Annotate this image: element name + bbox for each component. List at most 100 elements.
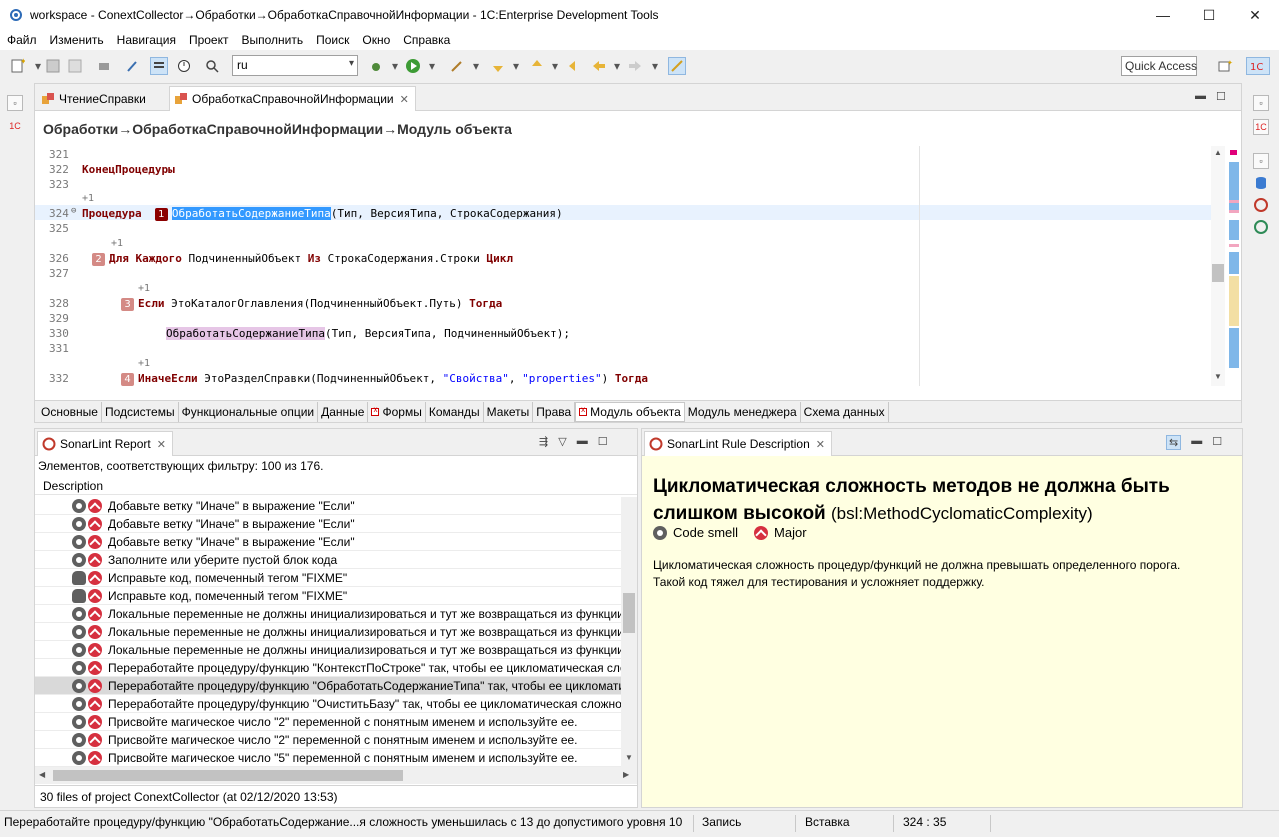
tab-shema-dannyh[interactable]: Схема данных [800, 401, 889, 422]
chevron-up-icon[interactable]: ▲ [1214, 148, 1222, 157]
quick-access-input[interactable]: Quick Access [1121, 56, 1197, 76]
menu-navigate[interactable]: Навигация [117, 33, 183, 47]
list-item[interactable]: Исправьте код, помеченный тегом "FIXME" [35, 587, 621, 605]
maximize-icon[interactable]: ☐ [1216, 90, 1226, 103]
print-icon[interactable] [95, 57, 113, 75]
prev-annotation-icon[interactable] [528, 57, 546, 75]
list-item[interactable]: Добавьте ветку "Иначе" в выражение "Если… [35, 515, 621, 533]
tab-prava[interactable]: Права [533, 401, 576, 422]
tab-obrabotka[interactable]: ОбработкаСправочнойИнформации ✕ [169, 86, 416, 111]
chevron-down-icon[interactable]: ▼ [1214, 372, 1222, 381]
dropdown-arrow-icon[interactable]: ▾ [608, 57, 626, 75]
maximize-button[interactable]: ☐ [1186, 0, 1232, 30]
pen-icon[interactable] [668, 57, 686, 75]
save-icon[interactable] [44, 57, 62, 75]
close-button[interactable]: ✕ [1232, 0, 1278, 30]
tab-modul-menedzhera[interactable]: Модуль менеджера [684, 401, 801, 422]
minimize-button[interactable]: — [1140, 0, 1186, 30]
dropdown-arrow-icon[interactable]: ▾ [467, 57, 485, 75]
dropdown-arrow-icon[interactable]: ▾ [386, 57, 404, 75]
tab-funkcionalnye-opcii[interactable]: Функциональные опции [178, 401, 319, 422]
toggle-highlight-icon[interactable] [150, 57, 168, 75]
tab-formy[interactable]: Формы [368, 401, 426, 422]
clock-icon[interactable] [175, 57, 193, 75]
open-perspective-icon[interactable]: ✦ [1216, 57, 1234, 75]
external-tools-icon[interactable] [448, 57, 466, 75]
1c-perspective-icon[interactable]: 1C [1246, 57, 1270, 75]
dropdown-arrow-icon[interactable]: ▾ [507, 57, 525, 75]
code-editor[interactable]: 321 322 КонецПроцедуры 323 +1 3 2 4 ⊖ Проц… [35, 146, 1211, 386]
restore-icon[interactable]: ▫ [7, 95, 23, 111]
scroll-thumb[interactable] [1212, 264, 1224, 282]
scroll-thumb[interactable] [53, 770, 403, 781]
menu-file[interactable]: Файл [7, 33, 44, 47]
tab-dannye[interactable]: Данные [318, 401, 369, 422]
column-header-description[interactable]: Description [35, 476, 637, 495]
menu-edit[interactable]: Изменить [50, 33, 111, 47]
chevron-down-icon[interactable]: ▼ [625, 753, 633, 762]
chevron-left-icon[interactable]: ◀ [39, 770, 45, 779]
close-icon[interactable]: ✕ [816, 438, 825, 451]
list-item[interactable]: Заполните или уберите пустой блок кода [35, 551, 621, 569]
scroll-thumb[interactable] [623, 593, 635, 633]
save-all-icon[interactable] [66, 57, 84, 75]
1c-navigator-icon[interactable]: 1C [7, 118, 23, 134]
link-editor-icon[interactable]: ⇶ [539, 435, 548, 448]
menu-help[interactable]: Справка [403, 33, 457, 47]
list-item-selected[interactable]: Переработайте процедуру/функцию "Обработ… [35, 677, 621, 695]
maximize-icon[interactable]: ☐ [598, 435, 608, 448]
back-icon[interactable] [590, 57, 608, 75]
menu-project[interactable]: Проект [189, 33, 236, 47]
minimize-icon[interactable]: ▬ [1195, 90, 1206, 103]
1c-outline-icon[interactable]: 1C [1253, 119, 1269, 135]
fold-icon[interactable]: ⊖ [71, 206, 76, 216]
editor-vscroll[interactable]: ▲ ▼ [1211, 146, 1225, 386]
list-item[interactable]: Локальные переменные не должны инициализ… [35, 641, 621, 659]
list-item[interactable]: Исправьте код, помеченный тегом "FIXME" [35, 569, 621, 587]
restore-icon[interactable]: ▫ [1253, 95, 1269, 111]
report-hscroll[interactable]: ◀ ▶ [35, 767, 637, 784]
list-item[interactable]: Переработайте процедуру/функцию "Контекс… [35, 659, 621, 677]
last-edit-icon[interactable] [566, 57, 584, 75]
list-item[interactable]: Локальные переменные не должны инициализ… [35, 605, 621, 623]
report-vscroll[interactable]: ▼ [621, 497, 637, 767]
minimize-icon[interactable]: ▬ [1191, 435, 1202, 450]
menu-search[interactable]: Поиск [316, 33, 356, 47]
tab-makety[interactable]: Макеты [483, 401, 534, 422]
sonarlint-rules-icon[interactable] [1253, 219, 1269, 235]
sonarlint-icon[interactable] [1253, 197, 1269, 213]
dropdown-arrow-icon[interactable]: ▾ [646, 57, 664, 75]
list-item[interactable]: Присвойте магическое число "5" переменно… [35, 749, 621, 767]
list-item[interactable]: Добавьте ветку "Иначе" в выражение "Если… [35, 533, 621, 551]
pin-icon[interactable] [123, 57, 141, 75]
list-item[interactable]: Присвойте магическое число "2" переменно… [35, 713, 621, 731]
tab-sonarlint-report[interactable]: SonarLint Report ✕ [37, 431, 173, 456]
list-item[interactable]: Добавьте ветку "Иначе" в выражение "Если… [35, 497, 621, 515]
list-item[interactable]: Локальные переменные не должны инициализ… [35, 623, 621, 641]
tab-chtenie-spravki[interactable]: ЧтениеСправки [37, 86, 152, 111]
list-item[interactable]: Переработайте процедуру/функцию "Очистит… [35, 695, 621, 713]
run-icon[interactable] [404, 57, 422, 75]
close-icon[interactable]: ✕ [400, 93, 409, 106]
close-icon[interactable]: ✕ [157, 438, 166, 451]
next-annotation-icon[interactable] [489, 57, 507, 75]
link-selection-icon[interactable]: ⇆ [1166, 435, 1182, 450]
chevron-right-icon[interactable]: ▶ [623, 770, 629, 779]
menu-run[interactable]: Выполнить [241, 33, 310, 47]
tab-osnovnye[interactable]: Основные [38, 401, 102, 422]
restore-icon[interactable]: ▫ [1253, 153, 1269, 169]
tab-komandy[interactable]: Команды [425, 401, 484, 422]
tab-sonarlint-rule[interactable]: SonarLint Rule Description ✕ [644, 431, 832, 456]
forward-icon[interactable] [626, 57, 644, 75]
minimize-icon[interactable]: ▬ [577, 435, 588, 448]
list-item[interactable]: Присвойте магическое число "2" переменно… [35, 731, 621, 749]
language-select[interactable]: ru ▾ [232, 55, 358, 76]
tab-podsistemy[interactable]: Подсистемы [101, 401, 179, 422]
dropdown-arrow-icon[interactable]: ▾ [423, 57, 441, 75]
view-menu-icon[interactable]: ▽ [558, 435, 566, 448]
tab-modul-obekta[interactable]: Модуль объекта [575, 401, 685, 422]
new-icon[interactable]: ✦ [8, 57, 26, 75]
database-icon[interactable] [1253, 175, 1269, 191]
menu-window[interactable]: Окно [362, 33, 397, 47]
dropdown-arrow-icon[interactable]: ▾ [546, 57, 564, 75]
